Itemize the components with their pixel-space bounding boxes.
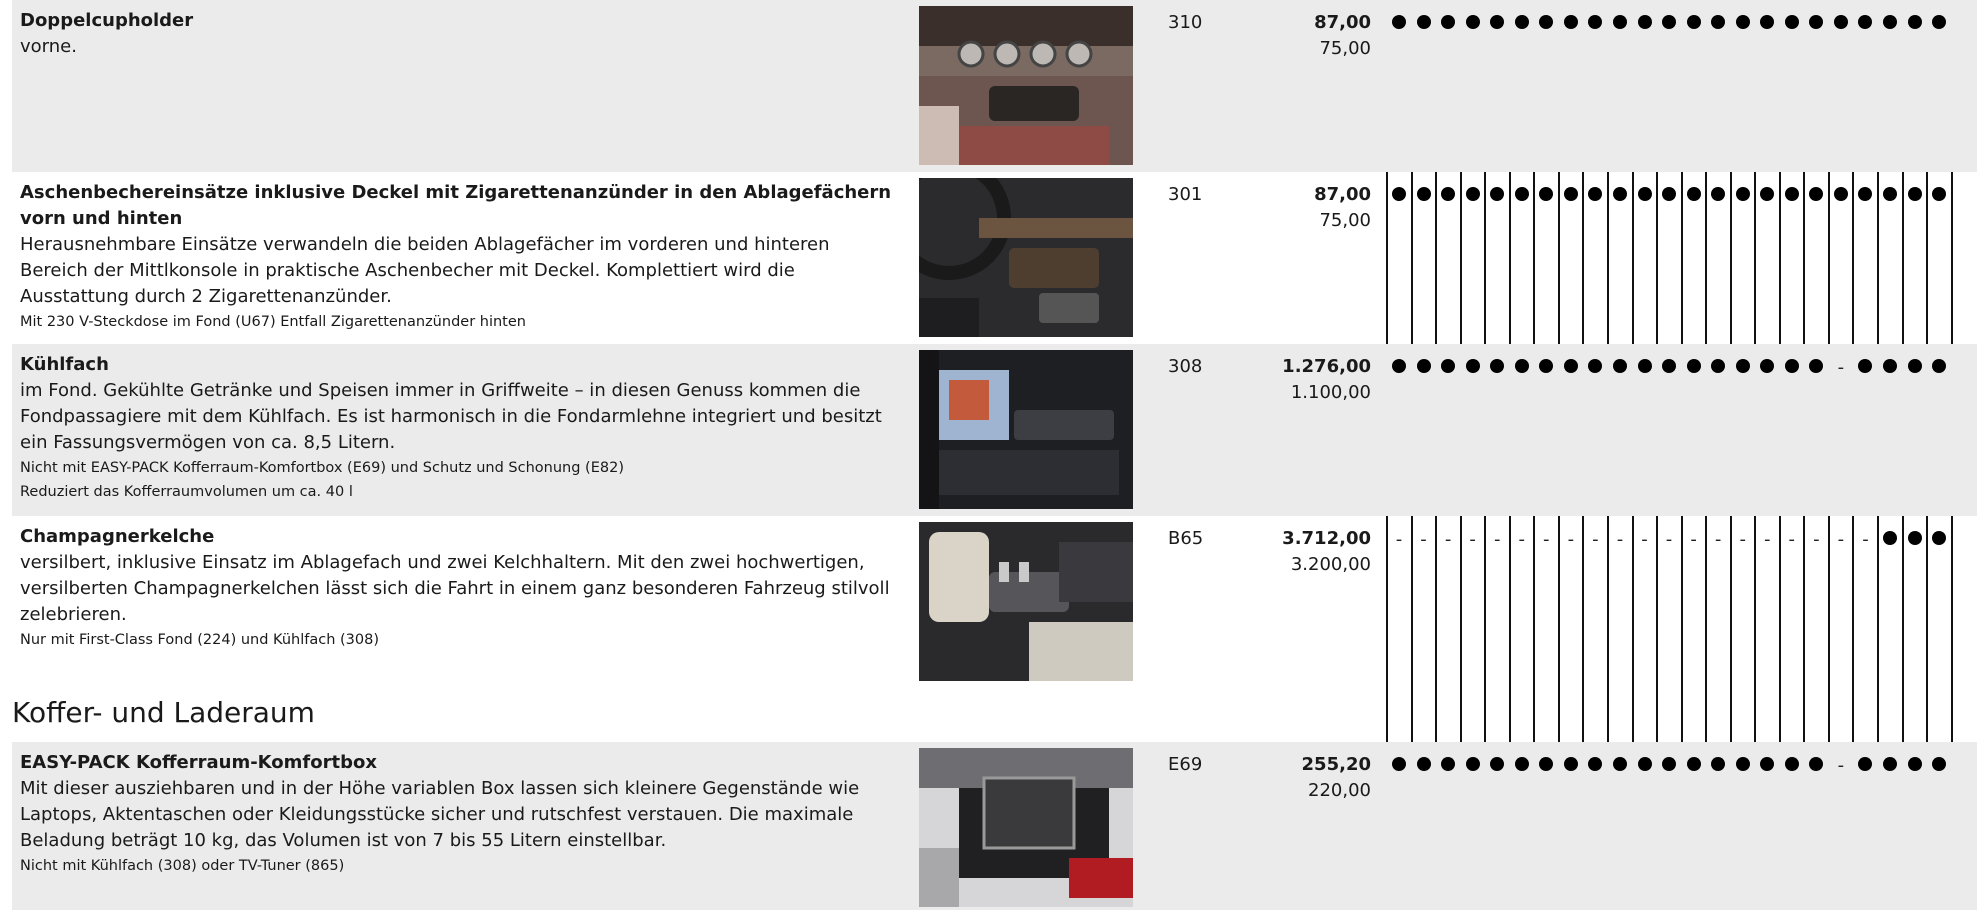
option-code: B65: [1168, 528, 1204, 549]
option-row-cooling-box: Kühlfach im Fond. Gekühlte Getränke und …: [12, 344, 1977, 516]
option-note: Nur mit First-Class Fond (224) und Kühlf…: [20, 632, 379, 648]
option-price: 87,00 75,00: [1237, 182, 1371, 234]
option-description: Herausnehmbare Einsätze verwandeln die b…: [20, 234, 830, 307]
option-title: Champagnerkelche: [20, 526, 215, 547]
option-image: [919, 6, 1133, 165]
option-note: Reduziert das Kofferraumvolumen um ca. 4…: [20, 484, 353, 500]
price-gross: 87,00: [1314, 12, 1371, 33]
option-title: EASY-PACK Kofferraum-Komfortbox: [20, 752, 377, 773]
option-note: Nicht mit EASY-PACK Kofferraum-Komfortbo…: [20, 460, 624, 476]
price-net: 3.200,00: [1290, 554, 1371, 575]
option-description: versilbert, inklusive Einsatz im Ablagef…: [20, 552, 890, 625]
option-description: Mit dieser ausziehbaren und in der Höhe …: [20, 778, 860, 851]
option-title: Aschenbechereinsätze inklusive Deckel mi…: [20, 182, 892, 229]
option-text: Doppelcupholder vorne.: [20, 8, 900, 60]
option-code: E69: [1168, 754, 1203, 775]
option-text: EASY-PACK Kofferraum-Komfortbox Mit dies…: [20, 750, 900, 877]
section-title: Koffer- und Laderaum: [12, 696, 315, 729]
option-image: [919, 748, 1133, 907]
option-note: Mit 230 V-Steckdose im Fond (U67) Entfal…: [20, 314, 526, 330]
option-image: [919, 522, 1133, 681]
option-description: im Fond. Gekühlte Getränke und Speisen i…: [20, 380, 882, 453]
option-code: 308: [1168, 356, 1203, 377]
option-code: 310: [1168, 12, 1203, 33]
option-row-champagne: Champagnerkelche versilbert, inklusive E…: [12, 516, 1977, 688]
option-price: 87,00 75,00: [1237, 10, 1371, 62]
option-price: 1.276,00 1.100,00: [1237, 354, 1371, 406]
option-price: 255,20 220,00: [1237, 752, 1371, 804]
price-net: 220,00: [1308, 780, 1371, 801]
option-title: Kühlfach: [20, 354, 109, 375]
option-image: [919, 350, 1133, 509]
option-row-ashtray: Aschenbechereinsätze inklusive Deckel mi…: [12, 172, 1977, 344]
option-text: Champagnerkelche versilbert, inklusive E…: [20, 524, 900, 651]
price-gross: 1.276,00: [1282, 356, 1371, 377]
price-gross: 87,00: [1314, 184, 1371, 205]
option-note: Nicht mit Kühlfach (308) oder TV-Tuner (…: [20, 858, 345, 874]
option-image: [919, 178, 1133, 337]
option-text: Aschenbechereinsätze inklusive Deckel mi…: [20, 180, 900, 333]
option-row-easy-pack: EASY-PACK Kofferraum-Komfortbox Mit dies…: [12, 742, 1977, 910]
option-row-cupholder: Doppelcupholder vorne. 310 87,00 75,00: [12, 0, 1977, 172]
option-code: 301: [1168, 184, 1203, 205]
option-price: 3.712,00 3.200,00: [1237, 526, 1371, 578]
price-net: 1.100,00: [1290, 382, 1371, 403]
price-net: 75,00: [1319, 210, 1371, 231]
price-gross: 255,20: [1301, 754, 1371, 775]
option-title: Doppelcupholder: [20, 10, 194, 31]
price-gross: 3.712,00: [1282, 528, 1371, 549]
price-net: 75,00: [1319, 38, 1371, 59]
option-description: vorne.: [20, 36, 77, 57]
option-text: Kühlfach im Fond. Gekühlte Getränke und …: [20, 352, 900, 503]
